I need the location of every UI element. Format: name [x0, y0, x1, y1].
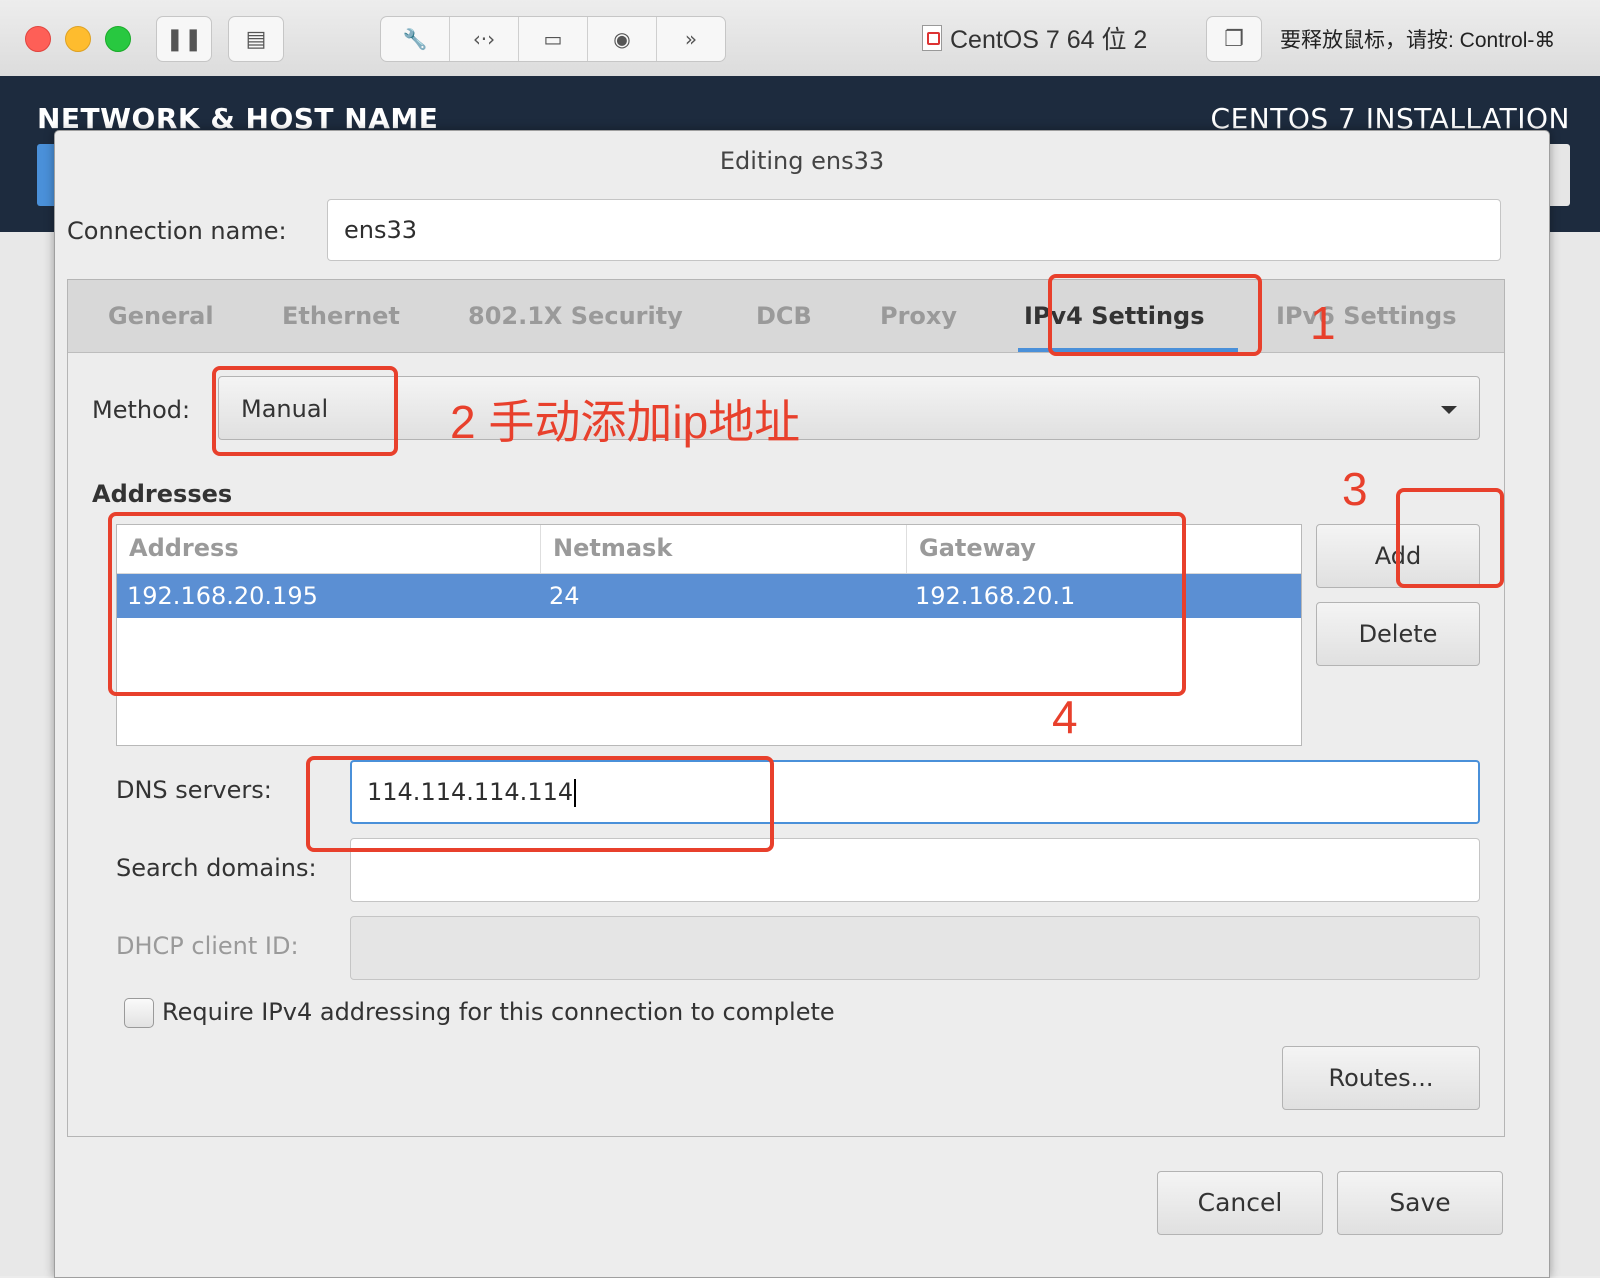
tab-proxy[interactable]: Proxy: [880, 302, 957, 330]
connection-name-label: Connection name:: [67, 217, 287, 245]
vm-title-text: CentOS 7 64 位 2: [950, 26, 1148, 54]
camera-button[interactable]: ◉: [588, 17, 657, 61]
annotation-box-method: [212, 366, 398, 456]
camera-icon: ◉: [613, 27, 631, 51]
search-domains-label: Search domains:: [116, 854, 317, 882]
settings-button[interactable]: 🔧: [381, 17, 450, 61]
tab-bar: General Ethernet 802.1X Security DCB Pro…: [68, 280, 1504, 353]
network-button[interactable]: ‹·›: [450, 17, 519, 61]
routes-button[interactable]: Routes...: [1282, 1046, 1480, 1110]
connection-name-input[interactable]: ens33: [327, 199, 1501, 261]
annotation-box-addresses: [108, 512, 1186, 696]
snapshot-button[interactable]: ▤: [228, 16, 284, 62]
annotation-step-1: 1: [1310, 297, 1336, 349]
dhcp-client-id-input: [350, 916, 1480, 980]
tab-ipv6-settings[interactable]: IPv6 Settings: [1276, 302, 1457, 330]
annotation-box-dns: [306, 756, 774, 852]
chevron-double-right-icon: »: [684, 27, 698, 51]
wrench-icon: 🔧: [402, 27, 428, 51]
disk-button[interactable]: ▭: [519, 17, 588, 61]
tab-ethernet[interactable]: Ethernet: [282, 302, 400, 330]
addresses-heading: Addresses: [92, 480, 233, 508]
annotation-step-3: 3: [1342, 463, 1368, 515]
require-ipv4-label[interactable]: Require IPv4 addressing for this connect…: [162, 998, 835, 1026]
vm-titlebar: ❚❚ ▤ 🔧 ‹·› ▭ ◉ » CentOS 7 64 位 2 ❐ 要释放鼠标…: [0, 0, 1600, 77]
dhcp-client-id-label: DHCP client ID:: [116, 932, 299, 960]
tab-dcb[interactable]: DCB: [756, 302, 812, 330]
tab-general[interactable]: General: [108, 302, 214, 330]
cancel-button[interactable]: Cancel: [1157, 1171, 1323, 1235]
pause-icon: ❚❚: [165, 26, 203, 52]
vm-title: CentOS 7 64 位 2: [922, 20, 1147, 56]
dns-servers-label: DNS servers:: [116, 776, 272, 804]
vm-document-icon: [922, 25, 942, 51]
annotation-step-4: 4: [1052, 691, 1078, 743]
save-button[interactable]: Save: [1337, 1171, 1503, 1235]
annotation-box-add: [1396, 488, 1504, 588]
tab-8021x-security[interactable]: 802.1X Security: [468, 302, 683, 330]
delete-address-button[interactable]: Delete: [1316, 602, 1480, 666]
minimize-window-button[interactable]: [65, 26, 91, 52]
dialog-title: Editing ens33: [719, 147, 885, 175]
zoom-window-button[interactable]: [105, 26, 131, 52]
pause-button[interactable]: ❚❚: [156, 16, 212, 62]
code-arrows-icon: ‹·›: [472, 27, 496, 51]
chevron-down-icon: [1441, 406, 1457, 414]
release-mouse-hint: 要释放鼠标，请按: Control-⌘: [1280, 29, 1556, 52]
snapshot-icon: ▤: [245, 26, 267, 52]
require-ipv4-checkbox[interactable]: [124, 998, 154, 1028]
method-select[interactable]: Manual: [218, 376, 1480, 440]
more-button[interactable]: »: [657, 17, 725, 61]
unity-button[interactable]: ❐: [1206, 16, 1262, 62]
windows-icon: ❐: [1224, 26, 1244, 52]
annotation-step-2: 2 手动添加ip地址: [450, 396, 801, 448]
disk-icon: ▭: [543, 27, 563, 51]
method-label: Method:: [92, 396, 191, 424]
toolbar-group: 🔧 ‹·› ▭ ◉ »: [380, 16, 726, 62]
annotation-box-ipv4-tab: [1048, 274, 1262, 356]
close-window-button[interactable]: [25, 26, 51, 52]
